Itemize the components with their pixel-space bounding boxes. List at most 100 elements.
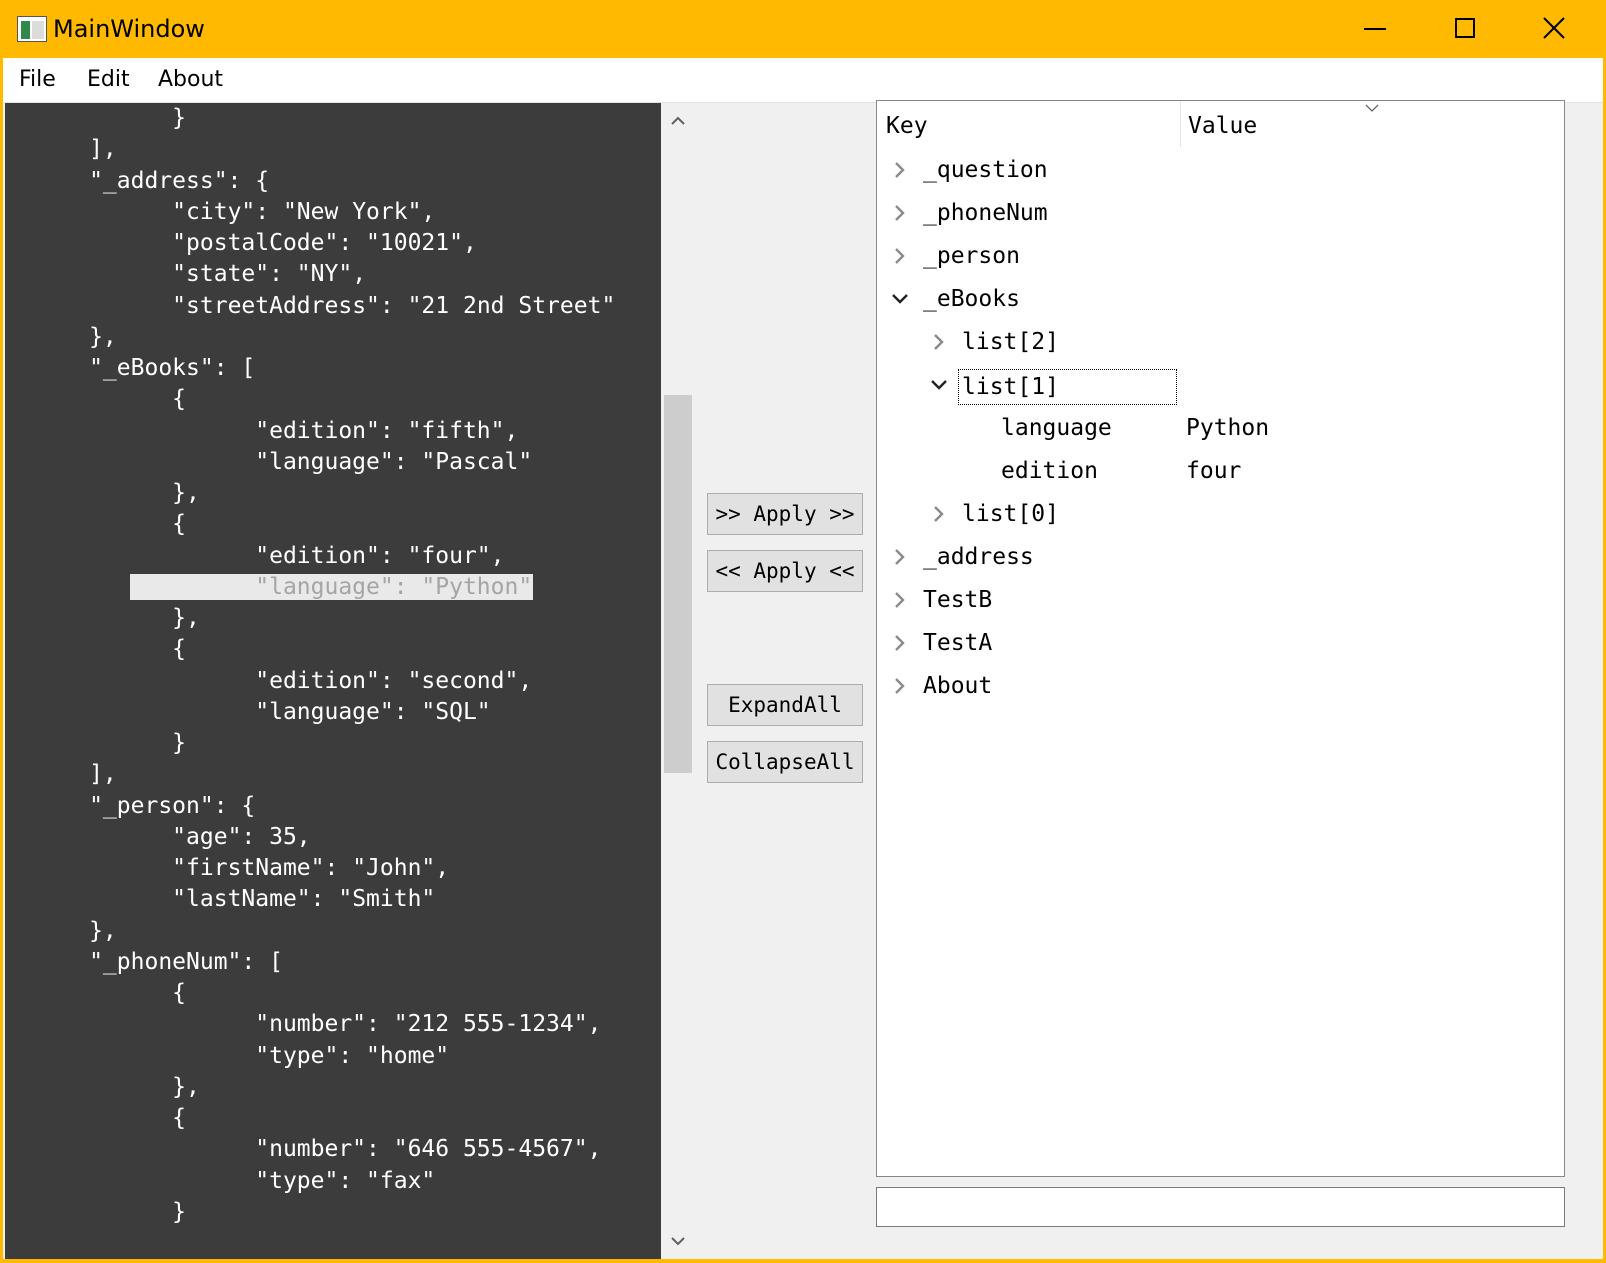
code-line-text: "postalCode": "10021", [89,230,477,256]
code-line[interactable]: "_address": { [5,166,616,197]
tree-row[interactable]: _phoneNum [877,192,1564,235]
code-line[interactable]: "language": "SQL" [5,697,616,728]
maximize-button[interactable] [1419,0,1509,58]
tree-row[interactable]: TestA [877,622,1564,665]
collapse-all-button[interactable]: CollapseAll [707,741,863,783]
tree-row[interactable]: list[2] [877,321,1564,364]
code-line-text: "type": "home" [130,1042,450,1069]
code-line-text: "number": "212 555-1234", [130,1011,602,1038]
code-line-text: "language": "SQL" [130,698,491,725]
code-line[interactable]: }, [5,916,616,947]
code-line[interactable]: }, [5,1072,616,1103]
tree-row[interactable]: list[1] [877,364,1564,407]
json-tree-view[interactable]: Key Value _question _phoneNum _person _eBoo… [876,100,1565,1177]
code-line[interactable]: "city": "New York", [5,197,616,228]
menu-file[interactable]: File [19,66,56,94]
apply-to-text-button[interactable]: << Apply << [707,550,863,592]
code-line[interactable]: "edition": "fifth", [5,416,616,447]
code-line[interactable]: }, [5,478,616,509]
column-divider[interactable] [1180,101,1181,147]
collapsed-chevron-icon[interactable] [890,160,910,180]
tree-row[interactable]: _person [877,235,1564,278]
chevron-up-icon [671,116,685,125]
code-line[interactable]: { [5,1103,616,1134]
code-line-text: "language": "Python" [129,573,534,600]
code-line[interactable]: "state": "NY", [5,259,616,290]
code-line[interactable]: "_eBooks": [ [5,353,616,384]
code-line[interactable]: "edition": "second", [5,666,616,697]
expand-all-button[interactable]: ExpandAll [707,684,863,726]
scroll-down-button[interactable] [661,1225,695,1259]
code-line[interactable]: "_phoneNum": [ [5,947,616,978]
code-line-text: { [89,636,187,663]
code-line-text: "_person": { [47,792,256,819]
collapsed-chevron-icon[interactable] [890,547,910,567]
tree-row[interactable]: _address [877,536,1564,579]
tree-key: _question [923,157,1048,183]
tree-key: list[2] [962,329,1059,355]
collapsed-chevron-icon[interactable] [890,590,910,610]
tree-row[interactable]: _eBooks [877,278,1564,321]
tree-row[interactable]: About [877,665,1564,708]
code-line[interactable]: } [5,728,616,759]
code-line[interactable]: "type": "home" [5,1041,616,1072]
collapsed-chevron-icon[interactable] [929,332,949,352]
code-line[interactable]: "_person": { [5,791,616,822]
chevron-down-icon [671,1237,685,1246]
scroll-thumb[interactable] [664,395,692,773]
title-bar[interactable]: MainWindow [3,0,1603,58]
column-header-key[interactable]: Key [886,111,928,141]
code-line[interactable]: } [5,103,616,134]
collapsed-chevron-icon[interactable] [890,633,910,653]
tree-row[interactable]: _question [877,149,1564,192]
code-line[interactable]: "type": "fax" [5,1166,616,1197]
code-line[interactable]: ], [5,134,616,165]
minimize-button[interactable] [1329,0,1419,58]
maximize-icon [1455,18,1475,38]
tree-value: Python [1186,415,1270,441]
code-line[interactable]: "number": "212 555-1234", [5,1009,616,1040]
collapsed-chevron-icon[interactable] [890,676,910,696]
tree-row[interactable]: TestB [877,579,1564,622]
expanded-chevron-icon[interactable] [890,289,910,309]
code-line[interactable]: "firstName": "John", [5,853,616,884]
code-line[interactable]: }, [5,322,616,353]
tree-key: _address [923,544,1034,570]
code-line[interactable]: "postalCode": "10021", [5,228,616,259]
apply-to-tree-button[interactable]: >> Apply >> [707,493,863,535]
code-line-text: }, [89,1073,200,1100]
code-line[interactable]: { [5,509,616,540]
tree-row[interactable]: list[0] [877,493,1564,536]
expanded-chevron-icon[interactable] [929,375,949,395]
code-line[interactable]: } [5,1197,616,1228]
code-line[interactable]: "age": 35, [5,822,616,853]
json-editor[interactable]: } ], "_address": { "city": "New York", "… [5,103,661,1259]
code-line-text: ], [47,761,117,788]
code-line[interactable]: ], [5,759,616,790]
close-button[interactable] [1509,0,1599,58]
code-line[interactable]: "edition": "four", [5,541,616,572]
column-header-value[interactable]: Value [1188,111,1257,141]
code-line[interactable]: "lastName": "Smith" [5,884,616,915]
status-field[interactable] [876,1187,1565,1227]
code-line[interactable]: }, [5,603,616,634]
scroll-up-button[interactable] [661,103,695,137]
code-line[interactable]: "number": "646 555-4567", [5,1134,616,1165]
code-line-text: "_eBooks": [ [47,355,256,381]
menu-edit[interactable]: Edit [87,66,130,94]
tree-row[interactable]: language Python [877,407,1564,450]
code-line[interactable]: { [5,634,616,665]
code-line-text: { [89,386,187,413]
collapsed-chevron-icon[interactable] [890,246,910,266]
editor-scrollbar[interactable] [661,103,695,1259]
collapsed-chevron-icon[interactable] [890,203,910,223]
collapsed-chevron-icon[interactable] [929,504,949,524]
code-line-text: "edition": "four", [130,542,505,569]
menu-about[interactable]: About [158,66,223,94]
code-line[interactable]: "streetAddress": "21 2nd Street" [5,291,616,322]
code-line[interactable]: { [5,978,616,1009]
tree-row[interactable]: edition four [877,450,1564,493]
code-line[interactable]: "language": "Python" [5,572,616,603]
code-line[interactable]: "language": "Pascal" [5,447,616,478]
code-line[interactable]: { [5,384,616,415]
